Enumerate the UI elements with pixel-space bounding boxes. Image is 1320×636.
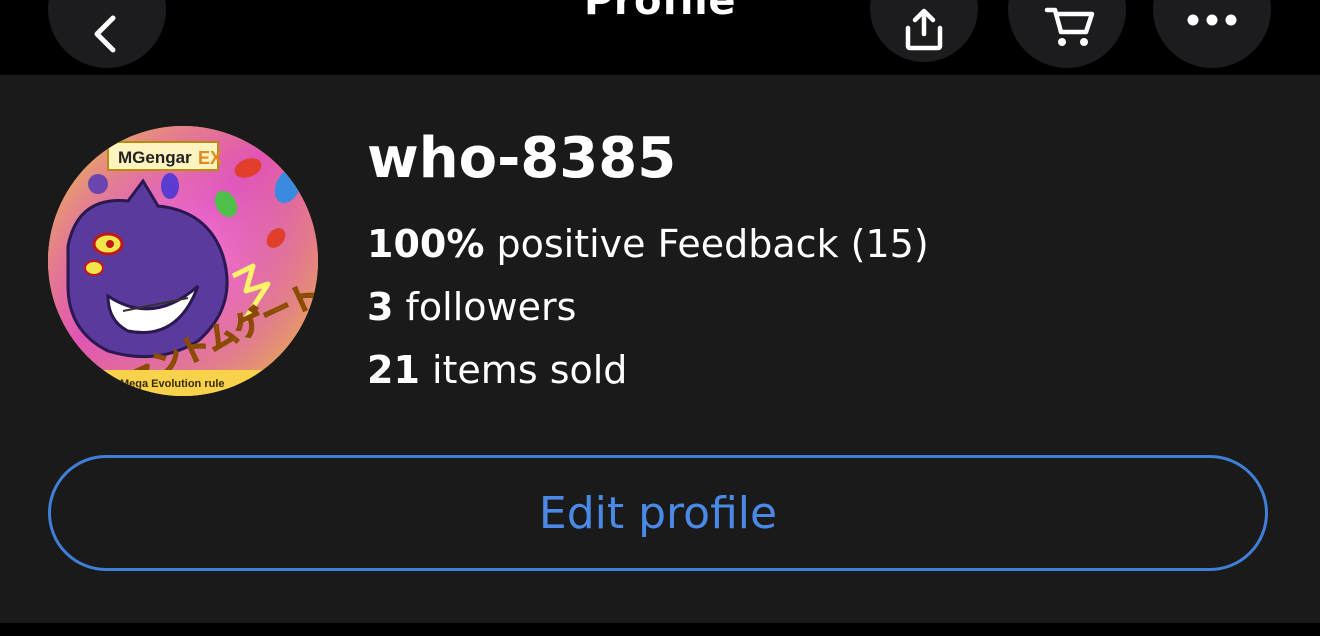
share-icon	[905, 8, 943, 51]
items-sold-stat[interactable]: 21 items sold	[367, 347, 627, 393]
items-sold-count: 21	[367, 348, 420, 392]
edit-profile-button[interactable]: Edit profile	[48, 455, 1268, 571]
feedback-percent: 100%	[367, 222, 485, 266]
cart-button[interactable]	[1008, 0, 1126, 68]
profile-screen: Profile MGengar EX ファントムゲート Mega Evoluti…	[0, 0, 1320, 636]
card-name-text: MGengar	[118, 148, 192, 167]
edit-profile-label: Edit profile	[538, 487, 778, 539]
cart-icon	[1044, 7, 1095, 46]
top-bar: Profile	[0, 0, 1320, 74]
more-horizontal-icon	[1187, 14, 1237, 26]
card-tag-text: EX	[198, 148, 222, 168]
avatar[interactable]: MGengar EX ファントムゲート Mega Evolution rule	[48, 126, 318, 396]
followers-label: followers	[393, 285, 577, 329]
share-button[interactable]	[870, 0, 978, 62]
followers-count: 3	[367, 285, 394, 329]
feedback-label: positive Feedback (15)	[484, 222, 929, 266]
items-sold-label: items sold	[419, 348, 628, 392]
followers-stat[interactable]: 3 followers	[367, 284, 576, 330]
profile-panel: MGengar EX ファントムゲート Mega Evolution rule …	[0, 75, 1320, 623]
username: who-8385	[367, 126, 677, 191]
more-button[interactable]	[1153, 0, 1271, 68]
card-rule-text: Mega Evolution rule	[120, 378, 225, 390]
avatar-image: MGengar EX ファントムゲート Mega Evolution rule	[48, 126, 318, 396]
feedback-stat[interactable]: 100% positive Feedback (15)	[367, 221, 929, 267]
